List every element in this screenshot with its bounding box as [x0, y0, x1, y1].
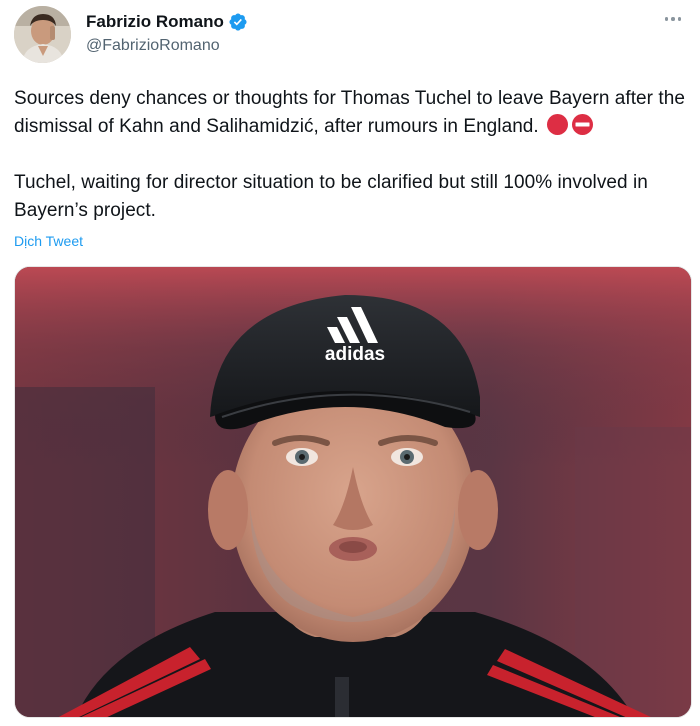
- avatar[interactable]: [14, 6, 71, 63]
- no-entry-emoji: [571, 113, 594, 136]
- author-name-row: Fabrizio Romano: [86, 11, 248, 33]
- tweet-text: Sources deny chances or thoughts for Tho…: [14, 85, 690, 225]
- author-display-name[interactable]: Fabrizio Romano: [86, 12, 224, 32]
- translate-tweet-link[interactable]: Dịch Tweet: [14, 233, 83, 249]
- avatar-image: [14, 6, 71, 63]
- author-handle[interactable]: @FabrizioRomano: [86, 37, 220, 55]
- red-circle-emoji: [546, 113, 569, 136]
- cap-logo-text: adidas: [325, 344, 385, 365]
- photo-image: adidas: [15, 267, 691, 717]
- tweet-paragraph-1: Sources deny chances or thoughts for Tho…: [14, 85, 690, 141]
- tweet-card: Fabrizio Romano @FabrizioRomano Sources …: [0, 0, 700, 726]
- tweet-paragraph-2: Tuchel, waiting for director situation t…: [14, 172, 648, 221]
- more-options-icon[interactable]: [662, 8, 684, 30]
- tweet-media-photo[interactable]: adidas: [14, 266, 692, 718]
- verified-badge-icon: [228, 12, 248, 32]
